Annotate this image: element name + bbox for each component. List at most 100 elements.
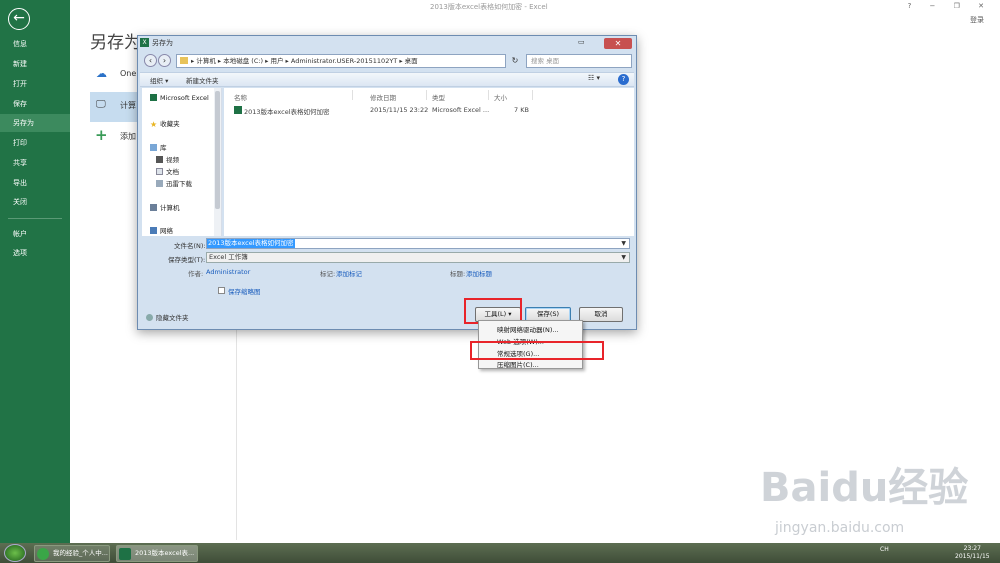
search-input[interactable]: 搜索 桌面	[526, 54, 632, 68]
hide-folders-label: 隐藏文件夹	[156, 314, 189, 322]
content-divider	[236, 330, 237, 540]
nav-item-network[interactable]: 网络	[150, 225, 173, 235]
page-title: 另存为	[90, 33, 141, 53]
organize-button[interactable]: 组织 ▾	[150, 75, 168, 85]
watermark-url: jingyan.baidu.com	[775, 520, 905, 536]
nav-open[interactable]: 打开	[0, 75, 70, 93]
nav-scrollbar-thumb[interactable]	[215, 91, 220, 209]
nav-item-libraries[interactable]: 库	[150, 142, 167, 152]
subject-label: 标题:	[450, 270, 466, 278]
menu-item-compress-pictures[interactable]: 压缩图片(C)...	[497, 359, 539, 369]
add-place-icon: +	[95, 126, 108, 144]
nav-item-computer[interactable]: 计算机	[150, 202, 180, 212]
filename-value: 2013版本excel表格如何加密	[207, 239, 295, 248]
filetype-select[interactable]: Excel 工作簿 ▼	[206, 252, 630, 263]
document-icon	[156, 168, 163, 175]
hide-folders-toggle[interactable]: 隐藏文件夹	[146, 312, 189, 322]
video-icon	[156, 156, 163, 163]
column-header-name[interactable]: 名称	[234, 92, 247, 102]
file-size: 7 KB	[514, 106, 529, 114]
location-onedrive[interactable]: One	[120, 69, 136, 78]
file-modified: 2015/11/15 23:22	[370, 106, 429, 114]
nav-item-thunder-downloads[interactable]: 迅雷下载	[156, 178, 192, 188]
help-icon[interactable]: ?	[618, 74, 629, 85]
file-name: 2013版本excel表格如何加密	[244, 108, 330, 116]
column-header-modified[interactable]: 修改日期	[370, 92, 396, 102]
window-controls[interactable]: ? − ❐ ✕	[908, 2, 992, 10]
dialog-title: 另存为	[152, 39, 173, 47]
nav-item-videos[interactable]: 视频	[156, 154, 179, 164]
subject-value[interactable]: 添加标题	[466, 268, 492, 278]
nav-share[interactable]: 共享	[0, 154, 70, 172]
back-arrow-icon[interactable]: ←	[8, 8, 30, 30]
system-tray[interactable]: CH	[880, 546, 889, 553]
minimize-icon[interactable]: ▭	[578, 38, 585, 46]
dialog-toolbar: 组织 ▾ 新建文件夹 ☷ ▾ ?	[140, 72, 634, 87]
nav-item-excel[interactable]: Microsoft Excel	[150, 94, 209, 102]
location-computer[interactable]: 计算	[120, 100, 136, 111]
column-header-type[interactable]: 类型	[432, 92, 445, 102]
filename-label: 文件名(N):	[174, 242, 206, 250]
nav-item-label: Microsoft Excel	[160, 94, 209, 102]
backstage-sidebar: ← 信息 新建 打开 保存 另存为 打印 共享 导出 关闭 帐户 选项	[0, 0, 70, 543]
column-separator[interactable]	[426, 90, 427, 100]
login-link[interactable]: 登录	[970, 15, 984, 25]
nav-item-label: 迅雷下载	[166, 180, 192, 188]
column-separator[interactable]	[488, 90, 489, 100]
taskbar-item-excel[interactable]: 2013版本excel表...	[116, 545, 198, 562]
back-icon[interactable]: ‹	[144, 54, 157, 67]
chevron-down-icon[interactable]: ▼	[621, 239, 626, 248]
author-value[interactable]: Administrator	[206, 268, 250, 276]
new-folder-button[interactable]: 新建文件夹	[186, 75, 219, 85]
nav-item-label: 文档	[166, 168, 179, 176]
nav-item-documents[interactable]: 文档	[156, 166, 179, 176]
view-options-icon[interactable]: ☷ ▾	[588, 74, 600, 82]
filetype-value: Excel 工作簿	[209, 253, 248, 261]
nav-item-label: 网络	[160, 227, 173, 235]
refresh-icon[interactable]: ↻	[508, 54, 522, 68]
thumbnail-checkbox[interactable]	[218, 287, 225, 294]
app-title: 2013版本excel表格如何加密 - Excel	[430, 3, 548, 11]
thumbnail-label[interactable]: 保存缩略图	[228, 286, 261, 296]
nav-account[interactable]: 帐户	[0, 225, 70, 243]
nav-save[interactable]: 保存	[0, 95, 70, 113]
address-bar[interactable]: ▸ 计算机 ▸ 本地磁盘 (C:) ▸ 用户 ▸ Administrator.U…	[176, 54, 506, 68]
filetype-label: 保存类型(T):	[168, 256, 206, 264]
clock[interactable]: 23:27 2015/11/15	[955, 545, 990, 561]
windows-start-icon[interactable]	[4, 544, 26, 562]
nav-new[interactable]: 新建	[0, 55, 70, 73]
nav-item-label: 收藏夹	[160, 120, 180, 128]
excel-icon	[119, 548, 131, 560]
excel-file-icon	[234, 106, 242, 114]
close-icon[interactable]: ✕	[604, 38, 632, 49]
taskbar-item-label: 2013版本excel表...	[135, 549, 195, 557]
forward-icon[interactable]: ›	[158, 54, 171, 67]
nav-save-as[interactable]: 另存为	[0, 114, 70, 132]
browser-icon	[37, 548, 49, 560]
author-label: 作者:	[188, 270, 204, 278]
taskbar-item-browser[interactable]: 我的经验_个人中...	[34, 545, 110, 562]
nav-info[interactable]: 信息	[0, 35, 70, 53]
folder-icon	[180, 57, 188, 64]
column-separator[interactable]	[352, 90, 353, 100]
column-header-size[interactable]: 大小	[494, 92, 507, 102]
nav-print[interactable]: 打印	[0, 134, 70, 152]
location-add[interactable]: 添加	[120, 131, 136, 142]
cancel-button[interactable]: 取消	[579, 307, 623, 322]
clock-time: 23:27	[963, 545, 981, 552]
address-path: ▸ 计算机 ▸ 本地磁盘 (C:) ▸ 用户 ▸ Administrator.U…	[191, 57, 418, 65]
chevron-down-icon[interactable]: ▼	[621, 253, 626, 262]
nav-close[interactable]: 关闭	[0, 193, 70, 211]
nav-export[interactable]: 导出	[0, 174, 70, 192]
file-type: Microsoft Excel ...	[432, 106, 490, 114]
navigation-pane: Microsoft Excel ★ 收藏夹 库 视频 文档 迅雷下载 计算机 网络	[142, 88, 222, 236]
tags-value[interactable]: 添加标记	[336, 268, 362, 278]
nav-options[interactable]: 选项	[0, 244, 70, 262]
menu-item-map-drive[interactable]: 映射网络驱动器(N)...	[497, 324, 559, 334]
column-separator[interactable]	[532, 90, 533, 100]
save-as-dialog: X 另存为 ✕ ▭ ‹ › ▸ 计算机 ▸ 本地磁盘 (C:) ▸ 用户 ▸ A…	[137, 35, 637, 330]
collapse-icon	[146, 314, 153, 321]
nav-item-label: 库	[160, 144, 167, 152]
filename-field[interactable]: 2013版本excel表格如何加密 ▼	[206, 238, 630, 249]
nav-item-favorites[interactable]: ★ 收藏夹	[150, 118, 180, 129]
